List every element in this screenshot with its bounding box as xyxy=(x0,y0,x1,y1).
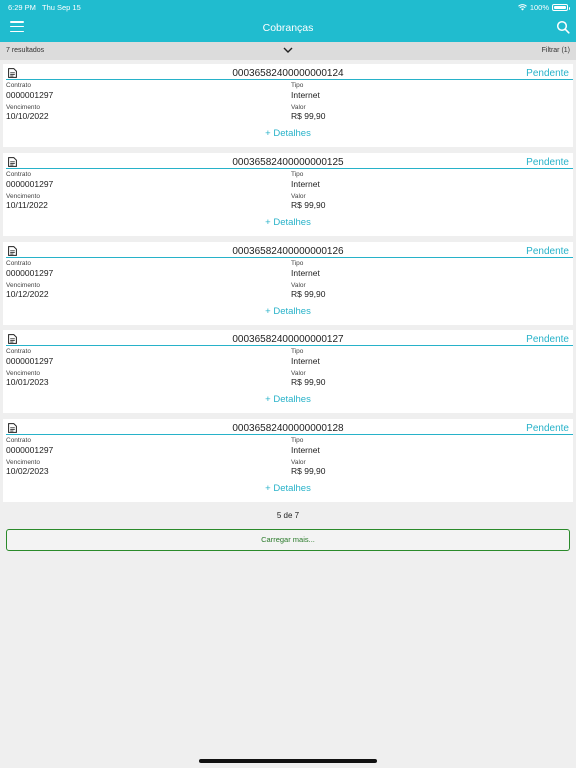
amount-value: R$ 99,90 xyxy=(291,377,326,388)
charge-card: 00036582400000000124 Pendente Contrato 0… xyxy=(3,64,573,147)
battery-fill xyxy=(554,6,566,9)
contract-value: 0000001297 xyxy=(6,267,54,278)
due-value: 10/02/2023 xyxy=(6,466,49,476)
amount-value: R$ 99,90 xyxy=(291,111,326,121)
type-value: Internet xyxy=(291,178,320,189)
due-value: 10/01/2023 xyxy=(6,377,49,388)
home-indicator xyxy=(199,759,377,763)
contract-label: Contrato xyxy=(6,348,31,356)
due-value: 10/10/2022 xyxy=(6,111,49,121)
status-badge[interactable]: Pendente xyxy=(526,334,569,345)
charge-card: 00036582400000000125 Pendente Contrato 0… xyxy=(3,152,573,236)
status-date: Thu Sep 15 xyxy=(42,3,81,12)
card-divider xyxy=(6,79,573,80)
card-divider xyxy=(6,256,573,258)
type-label: Tipo xyxy=(291,170,304,178)
value-label: Valor xyxy=(291,192,306,200)
charge-number: 00036582400000000126 xyxy=(232,245,344,257)
type-value: Internet xyxy=(291,445,320,455)
type-value: Internet xyxy=(291,356,320,367)
search-icon[interactable] xyxy=(556,20,570,34)
value-label: Valor xyxy=(291,104,306,111)
wifi-icon xyxy=(517,4,527,11)
due-value: 10/11/2022 xyxy=(6,199,48,210)
type-value: Internet xyxy=(291,267,320,278)
details-link[interactable]: + Detalhes xyxy=(3,483,573,494)
status-badge[interactable]: Pendente xyxy=(526,246,569,257)
battery-percent: 100% xyxy=(529,3,549,12)
type-value: Internet xyxy=(291,90,320,100)
chevron-down-icon[interactable] xyxy=(283,46,293,54)
value-label: Valor xyxy=(291,281,306,289)
contract-value: 0000001297 xyxy=(6,178,54,189)
type-label: Tipo xyxy=(291,348,304,356)
contract-value: 0000001297 xyxy=(6,445,54,455)
details-link[interactable]: + Detalhes xyxy=(3,128,573,139)
card-divider xyxy=(6,434,573,435)
type-label: Tipo xyxy=(291,437,304,444)
type-label: Tipo xyxy=(291,259,304,267)
due-label: Vencimento xyxy=(6,192,40,200)
battery-icon xyxy=(552,4,570,11)
due-label: Vencimento xyxy=(6,370,40,378)
due-label: Vencimento xyxy=(6,281,40,289)
filter-bar: 7 resultados Filtrar (1) xyxy=(0,42,576,60)
status-badge[interactable]: Pendente xyxy=(526,157,569,168)
pagination-text: 5 de 7 xyxy=(276,511,300,520)
page-title: Cobranças xyxy=(262,22,314,34)
nav-bar: Cobranças xyxy=(0,14,576,42)
value-label: Valor xyxy=(291,370,306,378)
charge-number: 00036582400000000125 xyxy=(232,156,344,168)
due-label: Vencimento xyxy=(6,104,40,111)
contract-label: Contrato xyxy=(6,170,31,178)
charge-card: 00036582400000000126 Pendente Contrato 0… xyxy=(3,241,573,325)
value-label: Valor xyxy=(291,459,306,466)
charge-card: 00036582400000000127 Pendente Contrato 0… xyxy=(3,330,573,414)
charge-number: 00036582400000000124 xyxy=(232,68,344,79)
contract-label: Contrato xyxy=(6,82,31,89)
due-label: Vencimento xyxy=(6,459,40,466)
contract-value: 0000001297 xyxy=(6,90,54,100)
charge-number: 00036582400000000127 xyxy=(232,334,344,346)
status-right: 100% xyxy=(517,3,570,12)
contract-label: Contrato xyxy=(6,259,31,267)
amount-value: R$ 99,90 xyxy=(291,199,326,210)
details-link[interactable]: + Detalhes xyxy=(3,394,573,405)
filter-button[interactable]: Filtrar (1) xyxy=(542,47,570,54)
card-divider xyxy=(6,345,573,347)
details-link[interactable]: + Detalhes xyxy=(3,306,573,317)
amount-value: R$ 99,90 xyxy=(291,288,326,299)
due-value: 10/12/2022 xyxy=(6,288,49,299)
amount-value: R$ 99,90 xyxy=(291,466,326,476)
load-more-button[interactable]: Carregar mais... xyxy=(6,529,570,551)
charge-card: 00036582400000000128 Pendente Contrato 0… xyxy=(3,419,573,502)
charges-list: 00036582400000000124 Pendente Contrato 0… xyxy=(3,64,573,508)
charge-number: 00036582400000000128 xyxy=(232,423,344,434)
details-link[interactable]: + Detalhes xyxy=(3,217,573,228)
card-divider xyxy=(6,167,573,169)
status-badge[interactable]: Pendente xyxy=(526,68,569,79)
status-bar: 6:29 PM Thu Sep 15 100% xyxy=(0,0,576,14)
contract-label: Contrato xyxy=(6,437,31,444)
status-time: 6:29 PM xyxy=(8,3,36,12)
contract-value: 0000001297 xyxy=(6,356,54,367)
results-count: 7 resultados xyxy=(6,47,45,54)
status-badge[interactable]: Pendente xyxy=(526,423,569,434)
type-label: Tipo xyxy=(291,82,304,89)
